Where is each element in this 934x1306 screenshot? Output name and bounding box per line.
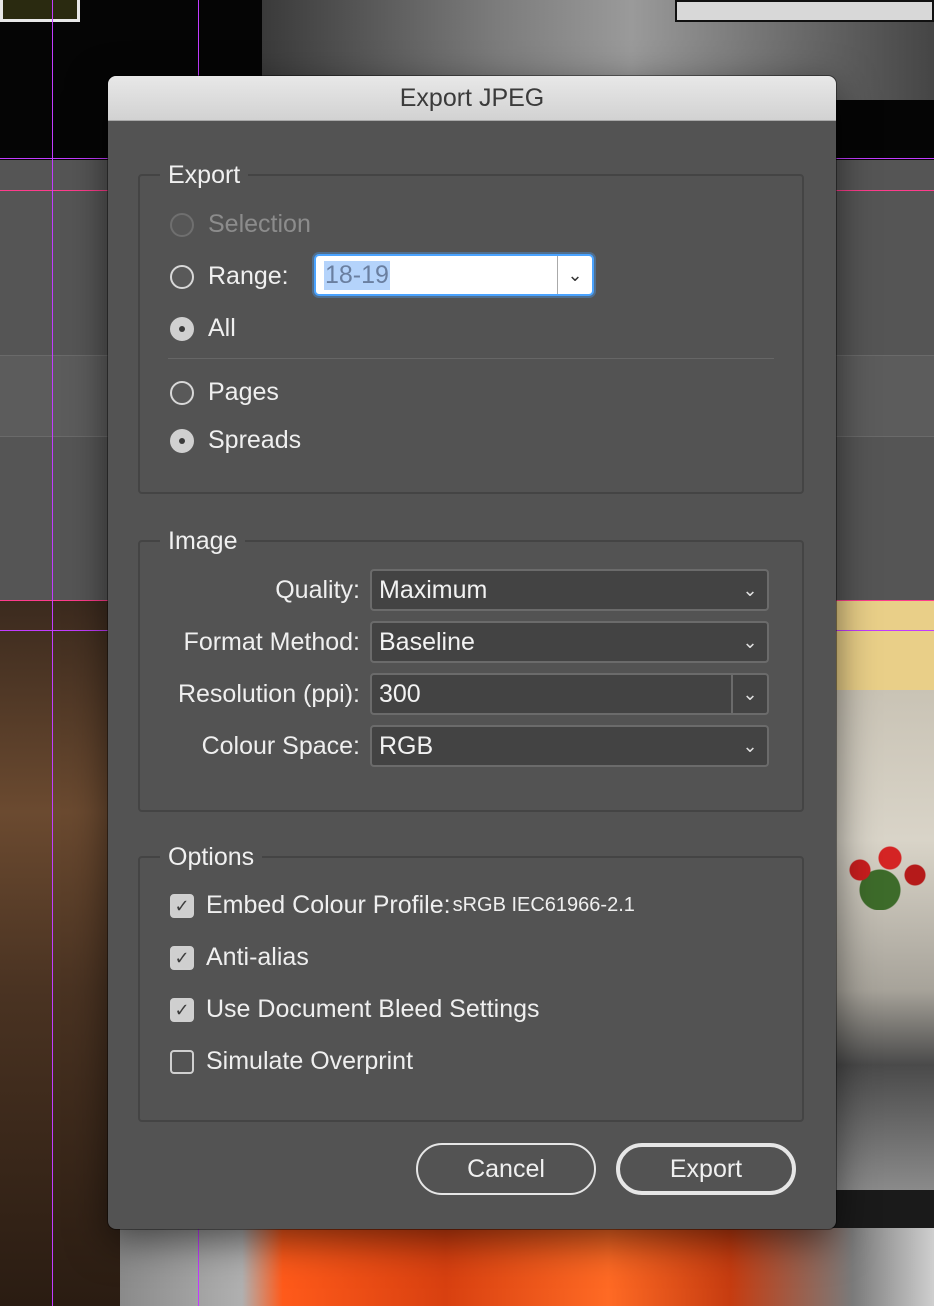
dialog-title: Export JPEG	[108, 76, 836, 121]
range-input[interactable]: 18-19 ⌄	[314, 254, 594, 296]
spreads-radio[interactable]	[170, 428, 194, 453]
range-radio-row[interactable]: Range:	[170, 262, 289, 291]
chevron-down-icon: ⌄	[742, 579, 758, 600]
embed-profile-checkbox[interactable]: ✓	[170, 893, 194, 918]
export-group-label: Export	[160, 159, 249, 191]
canvas-photo-flowers	[840, 840, 934, 910]
pages-radio[interactable]	[170, 380, 194, 405]
quality-value: Maximum	[379, 575, 488, 604]
resolution-label: Resolution (ppi):	[177, 680, 360, 708]
cancel-button[interactable]: Cancel	[416, 1143, 596, 1195]
pages-label: Pages	[208, 378, 279, 406]
quality-label: Quality:	[275, 576, 360, 604]
canvas-photo-room	[836, 690, 934, 1190]
chevron-down-icon[interactable]: ⌄	[557, 256, 592, 294]
all-radio[interactable]	[170, 316, 194, 341]
image-group-label: Image	[160, 525, 246, 557]
export-jpeg-dialog: Export JPEG Export Selection Range: 18-1…	[108, 76, 836, 1229]
range-radio[interactable]	[170, 264, 194, 289]
chevron-down-icon[interactable]: ⌄	[731, 675, 767, 713]
export-divider	[168, 358, 774, 359]
bleed-settings-checkbox[interactable]: ✓	[170, 997, 194, 1022]
simulate-overprint-row[interactable]: Simulate Overprint	[170, 1047, 413, 1076]
spreads-label: Spreads	[208, 426, 302, 454]
resolution-value[interactable]: 300	[372, 680, 731, 709]
guide-line	[52, 0, 53, 1306]
options-group-label: Options	[160, 841, 263, 873]
colour-space-value: RGB	[379, 731, 434, 760]
format-method-select[interactable]: Baseline ⌄	[370, 621, 769, 663]
embed-profile-row[interactable]: ✓ Embed Colour Profile: sRGB IEC61966-2.…	[170, 891, 635, 920]
anti-alias-label: Anti-alias	[206, 943, 309, 971]
quality-select[interactable]: Maximum ⌄	[370, 569, 769, 611]
canvas-photo-frame	[675, 0, 934, 22]
canvas-thumbnail	[0, 0, 80, 22]
colour-space-label: Colour Space:	[201, 732, 360, 760]
spreads-radio-row[interactable]: Spreads	[170, 426, 301, 455]
anti-alias-checkbox[interactable]: ✓	[170, 945, 194, 970]
selection-radio-row: Selection	[170, 210, 311, 239]
bleed-settings-row[interactable]: ✓ Use Document Bleed Settings	[170, 995, 540, 1024]
range-label: Range:	[208, 262, 289, 290]
range-value[interactable]: 18-19	[324, 260, 390, 290]
format-method-value: Baseline	[379, 627, 475, 656]
canvas-photo-lamp	[0, 600, 120, 1306]
selection-radio	[170, 212, 194, 237]
all-label: All	[208, 314, 236, 342]
canvas-photo-curtains	[120, 1228, 934, 1306]
all-radio-row[interactable]: All	[170, 314, 236, 343]
selection-label: Selection	[208, 210, 311, 238]
colour-space-select[interactable]: RGB ⌄	[370, 725, 769, 767]
chevron-down-icon: ⌄	[742, 735, 758, 756]
pages-radio-row[interactable]: Pages	[170, 378, 279, 407]
export-button[interactable]: Export	[616, 1143, 796, 1195]
embed-profile-label: Embed Colour Profile:	[206, 891, 451, 919]
resolution-combo[interactable]: 300 ⌄	[370, 673, 769, 715]
canvas-photo-wall	[836, 600, 934, 690]
format-method-label: Format Method:	[183, 628, 360, 656]
anti-alias-row[interactable]: ✓ Anti-alias	[170, 943, 309, 972]
embed-profile-name: sRGB IEC61966-2.1	[452, 894, 635, 916]
simulate-overprint-label: Simulate Overprint	[206, 1047, 414, 1075]
bleed-settings-label: Use Document Bleed Settings	[206, 995, 540, 1023]
simulate-overprint-checkbox[interactable]	[170, 1049, 194, 1074]
chevron-down-icon: ⌄	[742, 631, 758, 652]
